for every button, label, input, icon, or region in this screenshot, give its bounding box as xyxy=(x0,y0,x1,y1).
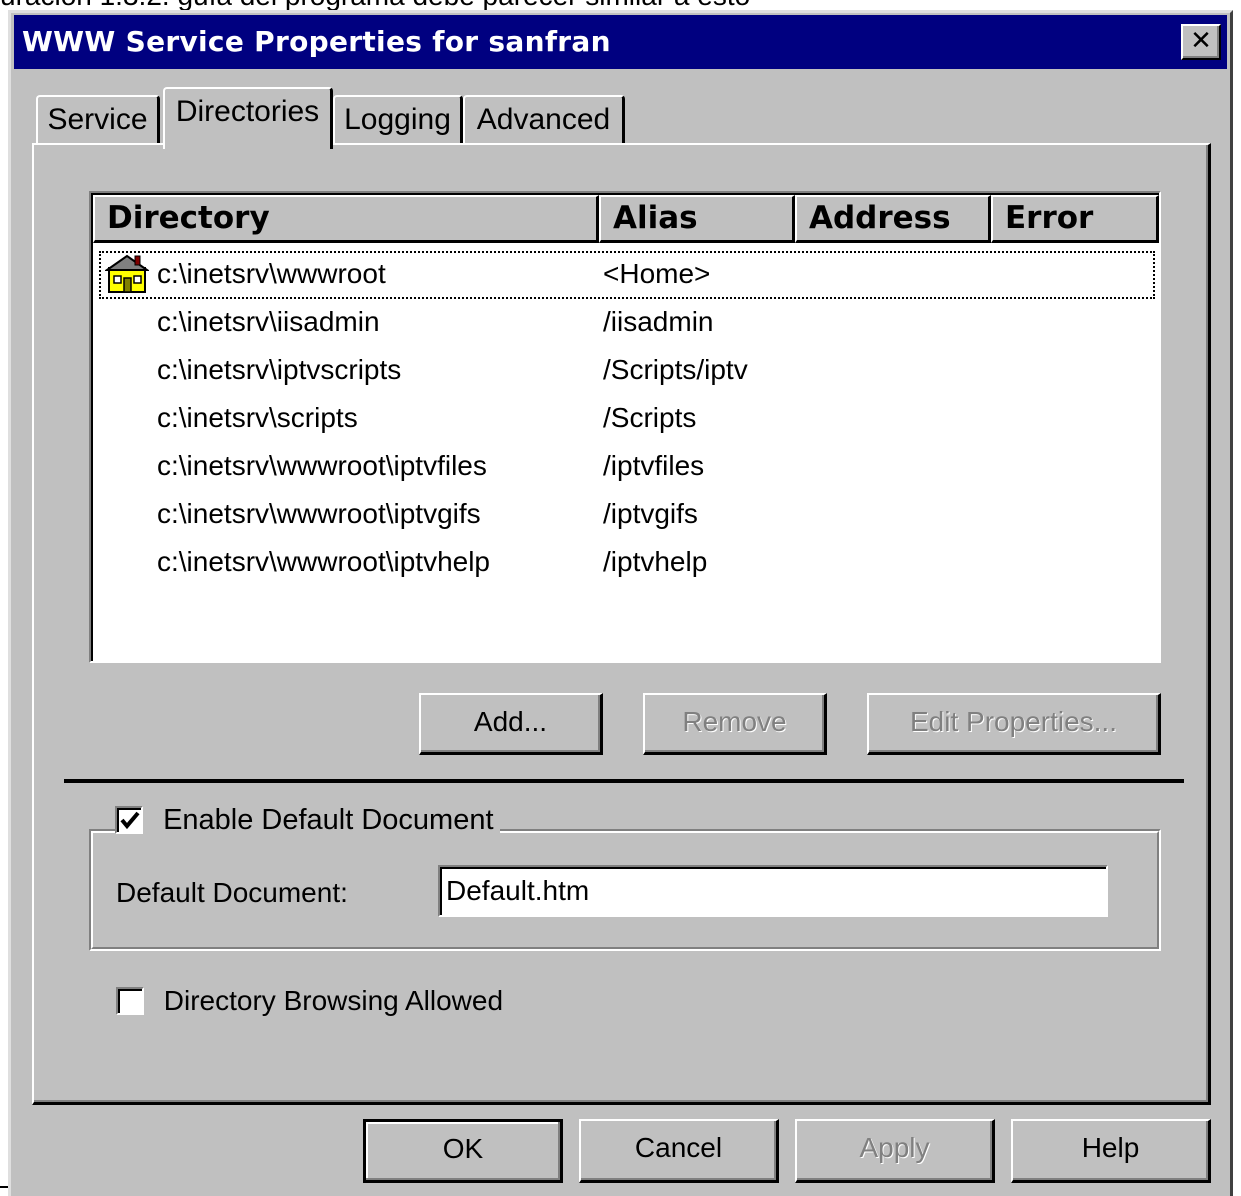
directory-alias: /Scripts xyxy=(603,402,697,433)
tab-directories[interactable]: Directories xyxy=(163,87,333,149)
add-button-label: Add... xyxy=(473,706,548,737)
table-row[interactable]: c:\inetsrv\wwwroot\iptvhelp /iptvhelp xyxy=(99,539,1155,587)
close-button[interactable]: ✕ xyxy=(1181,24,1221,60)
remove-button-label: Remove xyxy=(682,706,787,737)
directory-alias: /iptvhelp xyxy=(603,546,708,577)
table-row[interactable]: c:\inetsrv\scripts /Scripts xyxy=(99,395,1155,443)
cancel-button[interactable]: Cancel xyxy=(579,1119,779,1183)
help-button-label: Help xyxy=(1081,1132,1140,1163)
edit-properties-button[interactable]: Edit Properties... xyxy=(867,693,1161,755)
directories-panel: Directory Alias Address Error c:\inetsrv… xyxy=(32,143,1211,1105)
tab-logging[interactable]: Logging xyxy=(333,95,463,145)
table-row[interactable]: c:\inetsrv\iisadmin /iisadmin xyxy=(99,299,1155,347)
tab-advanced[interactable]: Advanced xyxy=(463,95,625,145)
directory-list-frame: Directory Alias Address Error c:\inetsrv… xyxy=(91,193,1159,661)
directory-list[interactable]: Directory Alias Address Error c:\inetsrv… xyxy=(89,191,1161,663)
directory-browsing-checkbox[interactable] xyxy=(116,986,144,1015)
properties-dialog: WWW Service Properties for sanfran ✕ Ser… xyxy=(8,10,1233,1196)
directory-path: c:\inetsrv\iptvscripts xyxy=(157,354,402,385)
cancel-button-label: Cancel xyxy=(634,1132,723,1163)
check-icon xyxy=(120,812,140,830)
apply-button-label: Apply xyxy=(859,1132,930,1163)
column-header-address[interactable]: Address xyxy=(795,195,991,243)
ok-button-label: OK xyxy=(442,1133,484,1164)
window-title: WWW Service Properties for sanfran xyxy=(22,25,611,58)
directory-alias: /Scripts/iptv xyxy=(603,354,748,385)
directory-path: c:\inetsrv\wwwroot\iptvfiles xyxy=(157,450,487,481)
table-row[interactable]: c:\inetsrv\iptvscripts /Scripts/iptv xyxy=(99,347,1155,395)
directory-alias: /iptvgifs xyxy=(603,498,698,529)
panel-shadow-right xyxy=(1206,145,1208,1102)
column-header-error[interactable]: Error xyxy=(991,195,1159,243)
directory-browsing-option[interactable]: Directory Browsing Allowed xyxy=(116,983,503,1017)
directory-alias: /iisadmin xyxy=(603,306,714,337)
directory-path: c:\inetsrv\wwwroot\iptvgifs xyxy=(157,498,481,529)
enable-default-document-label: Enable Default Document xyxy=(163,803,494,836)
close-icon: ✕ xyxy=(1190,26,1212,56)
ok-button[interactable]: OK xyxy=(363,1119,563,1183)
default-document-input[interactable] xyxy=(438,865,1108,917)
enable-default-document-option[interactable]: Enable Default Document xyxy=(115,803,500,853)
directory-path: c:\inetsrv\wwwroot xyxy=(157,258,386,289)
directory-browsing-label: Directory Browsing Allowed xyxy=(163,984,504,1016)
add-button[interactable]: Add... xyxy=(419,693,603,755)
table-row[interactable]: c:\inetsrv\wwwroot <Home> xyxy=(99,251,1155,299)
home-folder-icon xyxy=(105,254,149,293)
column-header-alias[interactable]: Alias xyxy=(599,195,795,243)
remove-button[interactable]: Remove xyxy=(643,693,827,755)
directory-alias: <Home> xyxy=(603,258,711,289)
apply-button[interactable]: Apply xyxy=(795,1119,995,1183)
column-header-directory[interactable]: Directory xyxy=(93,195,599,243)
panel-shadow-bottom xyxy=(34,1100,1208,1102)
help-button[interactable]: Help xyxy=(1011,1119,1211,1183)
table-row[interactable]: c:\inetsrv\wwwroot\iptvgifs /iptvgifs xyxy=(99,491,1155,539)
title-bar[interactable]: WWW Service Properties for sanfran ✕ xyxy=(14,15,1227,69)
directory-path: c:\inetsrv\iisadmin xyxy=(157,306,380,337)
screen: uración 1.3.2. guía del programa debe pa… xyxy=(0,0,1241,1196)
directory-alias: /iptvfiles xyxy=(603,450,705,481)
enable-default-document-checkbox[interactable] xyxy=(115,806,143,835)
table-row[interactable]: c:\inetsrv\wwwroot\iptvfiles /iptvfiles xyxy=(99,443,1155,491)
tab-service[interactable]: Service xyxy=(36,95,160,145)
directory-path: c:\inetsrv\scripts xyxy=(157,402,358,433)
separator-line xyxy=(64,779,1184,783)
edge-mark xyxy=(0,1186,8,1188)
directory-path: c:\inetsrv\wwwroot\iptvhelp xyxy=(157,546,491,577)
edit-properties-button-label: Edit Properties... xyxy=(910,706,1117,737)
default-document-label: Default Document: xyxy=(116,877,348,908)
